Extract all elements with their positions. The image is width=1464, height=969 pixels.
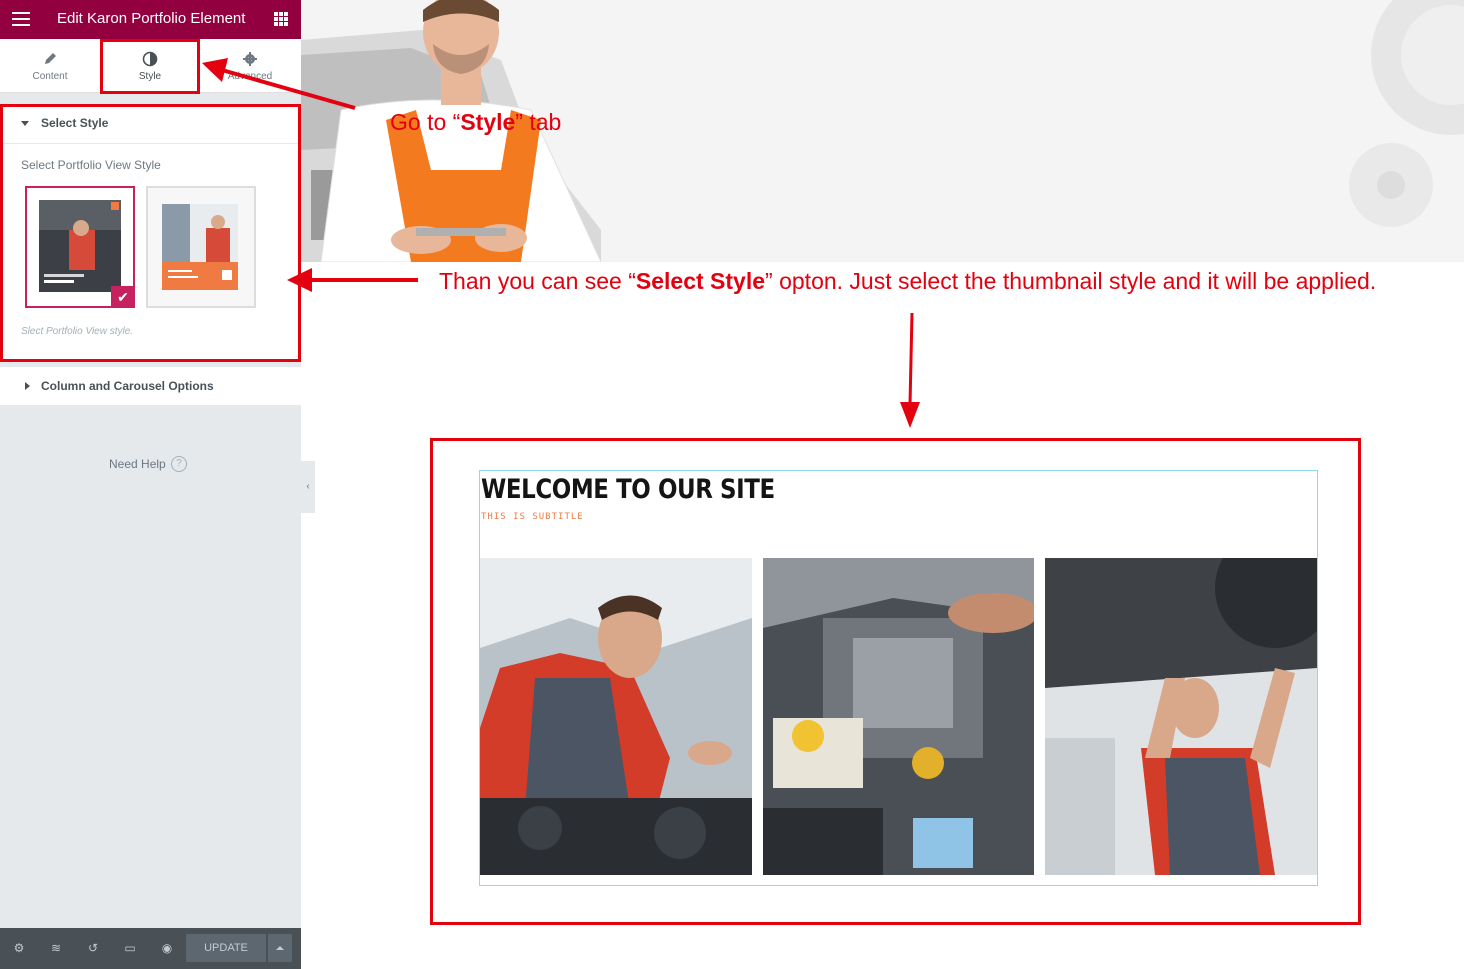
settings-icon[interactable]: ⚙: [11, 940, 27, 956]
help-icon[interactable]: ?: [171, 456, 187, 472]
history-icon[interactable]: ↺: [85, 940, 101, 956]
preview-heading: WELCOME TO OUR SITE: [481, 474, 775, 505]
portfolio-item-2[interactable]: [763, 558, 1035, 875]
annotation-box-select-style: [0, 104, 301, 362]
preview-subtitle: THIS IS SUBTITLE: [481, 512, 584, 522]
gear-icon: [243, 52, 257, 66]
need-help-link[interactable]: Need Help: [109, 457, 166, 471]
eye-icon[interactable]: ◉: [159, 940, 175, 956]
tab-advanced[interactable]: Advanced: [200, 39, 300, 93]
update-options-button[interactable]: [268, 934, 292, 962]
layers-icon[interactable]: ≋: [48, 940, 64, 956]
responsive-icon[interactable]: ▭: [122, 940, 138, 956]
column-carousel-section[interactable]: Column and Carousel Options: [0, 366, 301, 405]
collapse-panel-button[interactable]: ‹: [301, 461, 315, 513]
engine-photo-2: [763, 558, 1035, 875]
tab-advanced-label: Advanced: [227, 71, 273, 82]
tab-content-label: Content: [32, 71, 68, 82]
portfolio-item-1[interactable]: [480, 558, 752, 875]
portfolio-item-3[interactable]: [1045, 558, 1317, 875]
tab-content[interactable]: Content: [0, 39, 100, 93]
screen: Edit Karon Portfolio Element Content Sty…: [0, 0, 1464, 969]
annotation-select-style: Than you can see “Select Style” opton. J…: [439, 268, 1377, 294]
panel-footer: ⚙ ≋ ↺ ▭ ◉ UPDATE: [0, 928, 301, 969]
widgets-grid-icon[interactable]: [274, 12, 288, 26]
pencil-icon: [45, 53, 56, 64]
mechanic-photo-1: [480, 558, 752, 875]
panel-title: Edit Karon Portfolio Element: [57, 10, 246, 27]
section-title: Column and Carousel Options: [41, 379, 214, 393]
mechanic-photo-3: [1045, 558, 1317, 875]
caret-right-icon: [25, 382, 30, 390]
menu-icon[interactable]: [12, 12, 30, 26]
annotation-go-to-style: Go to “Style” tab: [390, 109, 562, 135]
annotation-box-style-tab: [100, 39, 200, 94]
update-button[interactable]: UPDATE: [186, 934, 266, 962]
panel-header: Edit Karon Portfolio Element: [0, 0, 301, 39]
